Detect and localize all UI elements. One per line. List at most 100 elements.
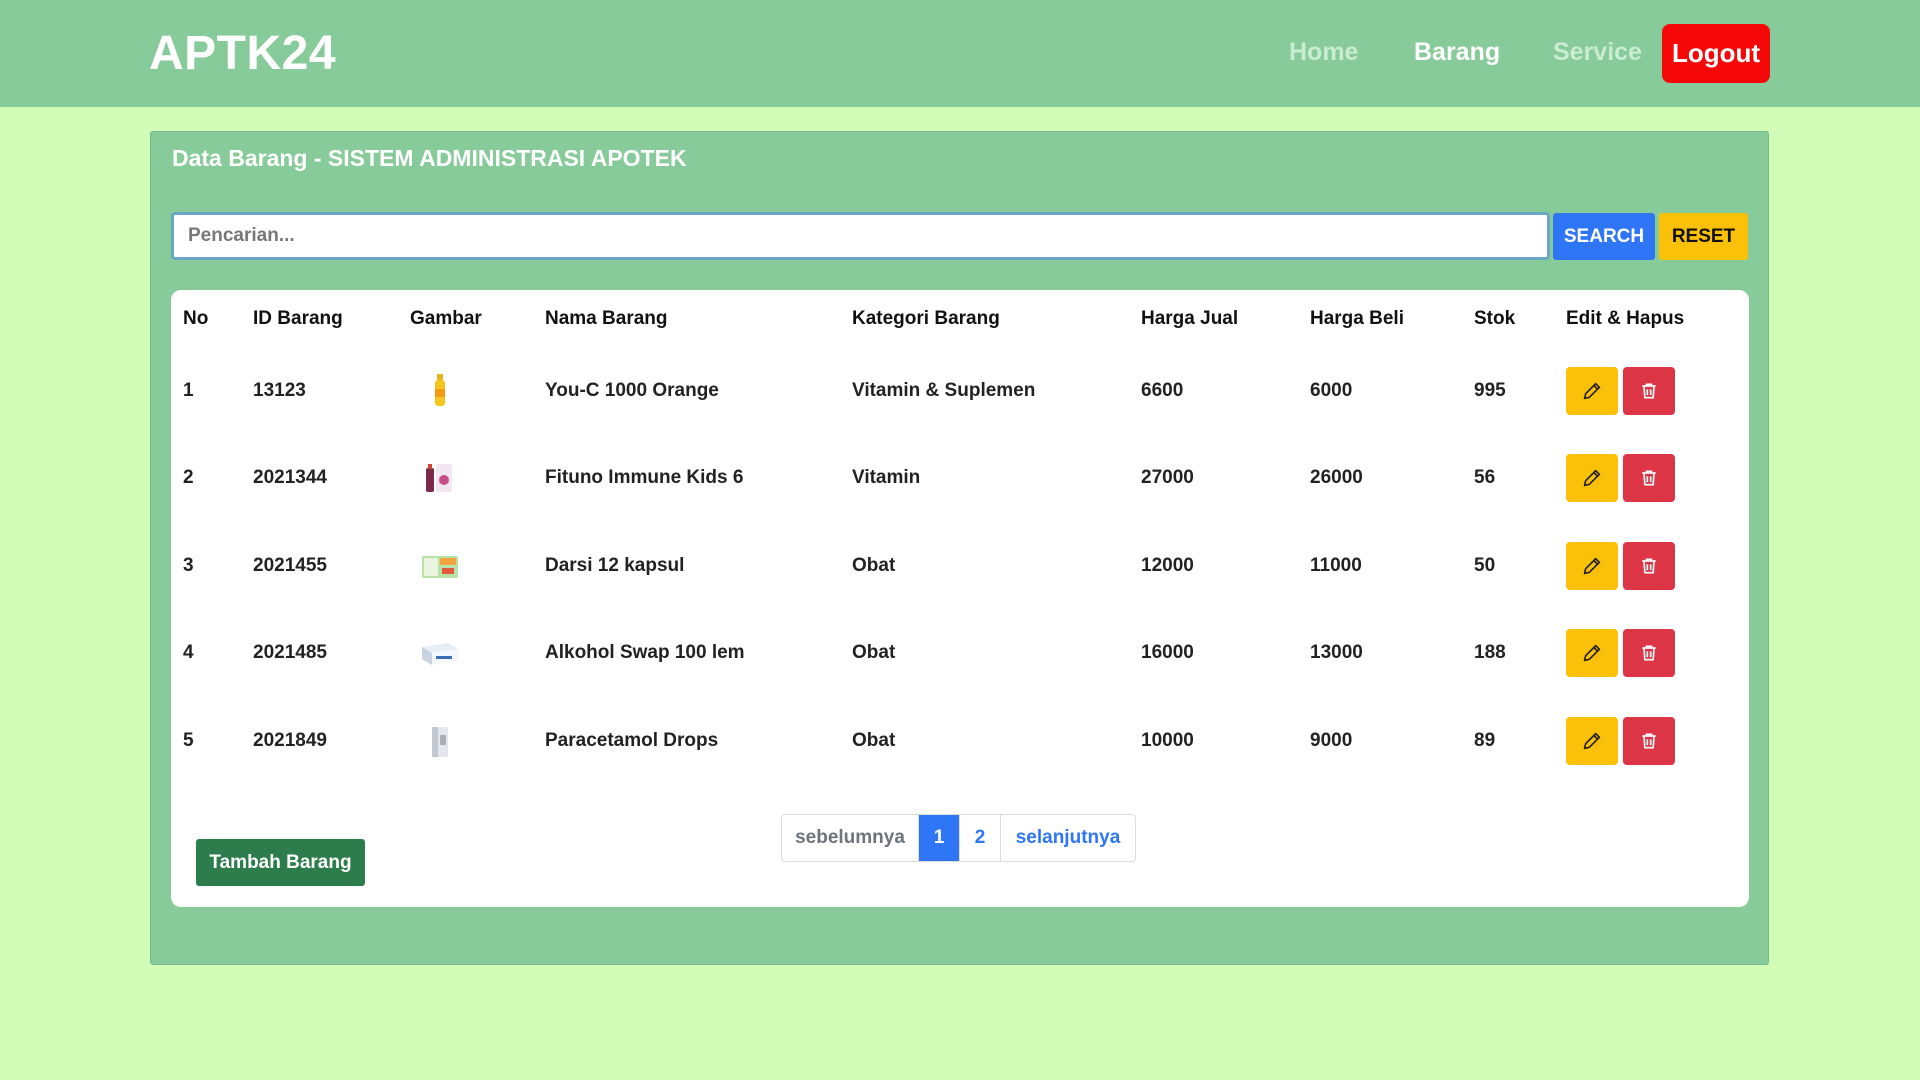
logout-button[interactable]: Logout	[1662, 24, 1770, 83]
nav-barang-link[interactable]: Barang	[1414, 38, 1500, 67]
header-edit-hapus: Edit & Hapus	[1566, 307, 1685, 329]
cell-harga-beli: 11000	[1310, 554, 1362, 576]
delete-button[interactable]	[1623, 366, 1675, 415]
cell-no: 1	[183, 379, 194, 401]
tambah-barang-button[interactable]: Tambah Barang	[196, 839, 365, 886]
cell-nama-barang: Alkohol Swap 100 lem	[545, 642, 745, 664]
edit-button[interactable]	[1566, 716, 1618, 765]
drops-bottle-image	[432, 726, 448, 757]
data-barang-panel: Data Barang - SISTEM ADMINISTRASI APOTEK…	[150, 131, 1769, 965]
cell-no: 2	[183, 467, 194, 489]
header-stok: Stok	[1474, 307, 1516, 329]
cell-actions	[1566, 347, 1749, 435]
cell-no: 3	[183, 554, 194, 576]
cell-kategori: Vitamin	[852, 467, 921, 489]
trash-icon	[1642, 470, 1656, 486]
cell-actions	[1566, 697, 1749, 785]
cell-actions	[1566, 610, 1749, 698]
table-row: 5 2021849 Paracetamol Drops Obat 10000 9…	[171, 697, 1749, 785]
panel-title: Data Barang - SISTEM ADMINISTRASI APOTEK	[172, 145, 687, 171]
cell-harga-jual: 27000	[1141, 467, 1194, 489]
syrup-box-image	[426, 464, 452, 493]
trash-icon	[1642, 645, 1656, 661]
cell-no: 5	[183, 729, 194, 751]
delete-button[interactable]	[1623, 541, 1675, 590]
vitamin-bottle-image	[435, 373, 445, 406]
cell-gambar	[410, 522, 545, 610]
table-row: 3 2021455 Darsi 12 kapsul Obat 12000 110…	[171, 522, 1749, 610]
edit-button[interactable]	[1566, 366, 1618, 415]
trash-icon	[1642, 733, 1656, 749]
cell-kategori: Vitamin & Suplemen	[852, 379, 1036, 401]
pagination-page-1[interactable]: 1	[919, 815, 960, 861]
table-row: 2 2021344 Fituno Immune Kids 6 Vitamin 2…	[171, 435, 1749, 523]
cell-harga-jual: 6600	[1141, 379, 1184, 401]
reset-button[interactable]: RESET	[1659, 213, 1748, 260]
header-kategori-barang: Kategori Barang	[852, 307, 1000, 329]
capsule-pack-image	[422, 555, 458, 578]
cell-harga-beli: 26000	[1310, 467, 1363, 489]
edit-button[interactable]	[1566, 454, 1618, 503]
cell-nama-barang: Fituno Immune Kids 6	[545, 467, 744, 489]
cell-id-barang: 2021849	[253, 729, 327, 751]
pencil-icon	[1583, 469, 1601, 487]
cell-harga-beli: 13000	[1310, 642, 1363, 664]
cell-gambar	[410, 610, 545, 698]
header-id-barang: ID Barang	[253, 307, 343, 329]
barang-table: No ID Barang Gambar Nama Barang Kategori…	[171, 290, 1749, 785]
cell-harga-beli: 6000	[1310, 379, 1353, 401]
table-header-row: No ID Barang Gambar Nama Barang Kategori…	[171, 290, 1749, 347]
cell-stok: 89	[1474, 729, 1496, 751]
delete-button[interactable]	[1623, 454, 1675, 503]
cell-harga-jual: 16000	[1141, 642, 1194, 664]
navbar: APTK24 Home Barang Service Logout	[0, 0, 1920, 107]
pencil-icon	[1583, 557, 1601, 575]
header-harga-beli: Harga Beli	[1310, 307, 1404, 329]
cell-kategori: Obat	[852, 729, 896, 751]
table-row: 4 2021485 Alkohol Swap 100 lem Obat 1600…	[171, 610, 1749, 698]
pagination-page-2[interactable]: 2	[960, 815, 1001, 861]
cell-stok: 50	[1474, 554, 1496, 576]
trash-icon	[1642, 383, 1656, 399]
pagination-next[interactable]: selanjutnya	[1001, 815, 1135, 861]
brand-logo[interactable]: APTK24	[149, 26, 336, 81]
edit-button[interactable]	[1566, 541, 1618, 590]
cell-stok: 188	[1474, 642, 1506, 664]
cell-actions	[1566, 435, 1749, 523]
header-gambar: Gambar	[410, 307, 482, 329]
header-harga-jual: Harga Jual	[1141, 307, 1239, 329]
search-input[interactable]	[171, 212, 1550, 260]
cell-stok: 56	[1474, 467, 1496, 489]
delete-button[interactable]	[1623, 629, 1675, 678]
cell-harga-jual: 12000	[1141, 554, 1194, 576]
cell-actions	[1566, 522, 1749, 610]
cell-harga-beli: 9000	[1310, 729, 1353, 751]
header-no: No	[183, 307, 209, 329]
table-row: 1 13123 You-C 1000 Orange Vitamin & Supl…	[171, 347, 1749, 435]
nav-home-link[interactable]: Home	[1289, 38, 1358, 67]
trash-icon	[1642, 558, 1656, 574]
search-button[interactable]: SEARCH	[1553, 213, 1655, 260]
cell-gambar	[410, 697, 545, 785]
cell-id-barang: 2021344	[253, 467, 327, 489]
table-card: No ID Barang Gambar Nama Barang Kategori…	[171, 290, 1749, 907]
cell-stok: 995	[1474, 379, 1506, 401]
cell-nama-barang: Darsi 12 kapsul	[545, 554, 685, 576]
edit-button[interactable]	[1566, 629, 1618, 678]
cell-nama-barang: Paracetamol Drops	[545, 729, 719, 751]
cell-id-barang: 13123	[253, 379, 306, 401]
delete-button[interactable]	[1623, 716, 1675, 765]
cell-gambar	[410, 347, 545, 435]
cell-nama-barang: You-C 1000 Orange	[545, 379, 719, 401]
cell-id-barang: 2021485	[253, 642, 327, 664]
pagination-prev[interactable]: sebelumnya	[782, 815, 919, 861]
header-nama-barang: Nama Barang	[545, 307, 668, 329]
swab-box-image	[422, 643, 458, 666]
cell-kategori: Obat	[852, 642, 896, 664]
cell-id-barang: 2021455	[253, 554, 327, 576]
nav-service-link[interactable]: Service	[1553, 38, 1642, 67]
pencil-icon	[1583, 732, 1601, 750]
pagination: sebelumnya 1 2 selanjutnya	[781, 814, 1136, 862]
pencil-icon	[1583, 644, 1601, 662]
cell-kategori: Obat	[852, 554, 896, 576]
